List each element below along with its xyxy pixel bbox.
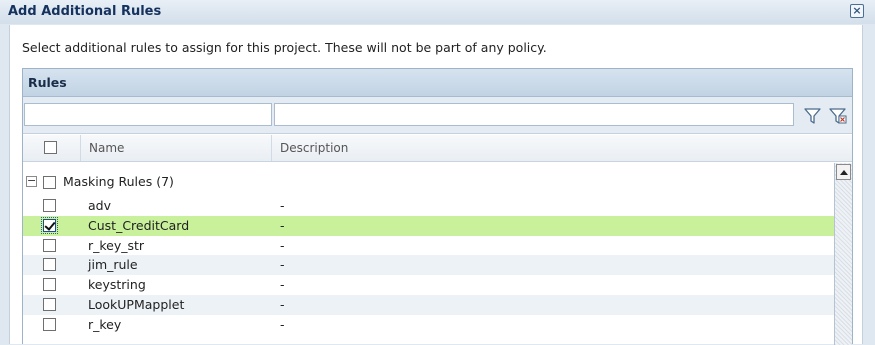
collapse-icon[interactable]: − (26, 175, 37, 187)
rule-name: jim_rule (88, 257, 138, 273)
table-row[interactable]: Cust_CreditCard - (23, 215, 834, 236)
rule-description: - (280, 297, 285, 312)
description-column-header[interactable]: Description (272, 135, 852, 161)
filter-icon[interactable] (803, 106, 823, 126)
group-checkbox[interactable] (43, 176, 56, 189)
rule-name: keystring (88, 277, 146, 293)
rules-panel: Rules Name Description − Masking Rules (… (22, 68, 853, 345)
rule-description: - (280, 257, 285, 273)
rule-name: r_key_str (88, 237, 145, 253)
clear-filter-icon[interactable] (828, 106, 848, 126)
table-row[interactable]: jim_rule - (23, 255, 834, 276)
instruction-text: Select additional rules to assign for th… (22, 40, 547, 55)
rule-name: adv (88, 198, 111, 213)
row-checkbox[interactable] (43, 317, 56, 331)
scroll-up-icon[interactable] (836, 164, 851, 180)
row-checkbox[interactable] (43, 199, 56, 212)
close-icon[interactable]: × (850, 4, 864, 18)
add-additional-rules-dialog: Add Additional Rules × Select additional… (0, 0, 875, 345)
select-all-column (23, 135, 81, 161)
rules-panel-title: Rules (28, 75, 67, 90)
column-header-row: Name Description (23, 135, 852, 162)
rules-panel-header: Rules (23, 69, 852, 97)
vertical-scrollbar[interactable] (834, 163, 852, 345)
rule-name: LookUPMapplet (88, 297, 185, 312)
name-column-header[interactable]: Name (81, 135, 272, 161)
rule-description: - (280, 316, 285, 332)
dialog-titlebar: Add Additional Rules × (0, 0, 875, 24)
group-label: Masking Rules (7) (63, 174, 174, 189)
description-column-label: Description (280, 141, 349, 155)
row-checkbox[interactable] (43, 298, 56, 311)
dialog-title: Add Additional Rules (8, 4, 162, 19)
rule-name: r_key (88, 316, 122, 332)
group-row-masking-rules: − Masking Rules (7) (23, 171, 834, 193)
rule-description: - (280, 198, 285, 213)
row-checkbox[interactable] (43, 258, 56, 272)
description-filter-input[interactable] (274, 103, 794, 126)
name-filter-input[interactable] (24, 103, 272, 126)
row-checkbox[interactable] (43, 278, 56, 292)
dialog-content: Select additional rules to assign for th… (9, 25, 863, 345)
rule-description: - (280, 217, 285, 233)
row-checkbox[interactable] (43, 238, 56, 252)
table-row[interactable]: LookUPMapplet - (23, 295, 834, 315)
rule-description: - (280, 237, 285, 253)
table-row[interactable]: keystring - (23, 275, 834, 295)
rule-name: Cust_CreditCard (88, 217, 190, 233)
rule-description: - (280, 277, 285, 293)
table-row[interactable]: adv - (23, 196, 834, 216)
name-column-label: Name (89, 141, 125, 155)
table-row[interactable]: r_key_str - (23, 236, 834, 256)
table-row[interactable]: r_key - (23, 315, 834, 335)
filter-bar (23, 97, 852, 134)
rules-grid-body: − Masking Rules (7) adv - Cust_CreditCar… (23, 163, 834, 345)
row-checkbox[interactable] (41, 216, 58, 234)
select-all-checkbox[interactable] (44, 141, 57, 154)
